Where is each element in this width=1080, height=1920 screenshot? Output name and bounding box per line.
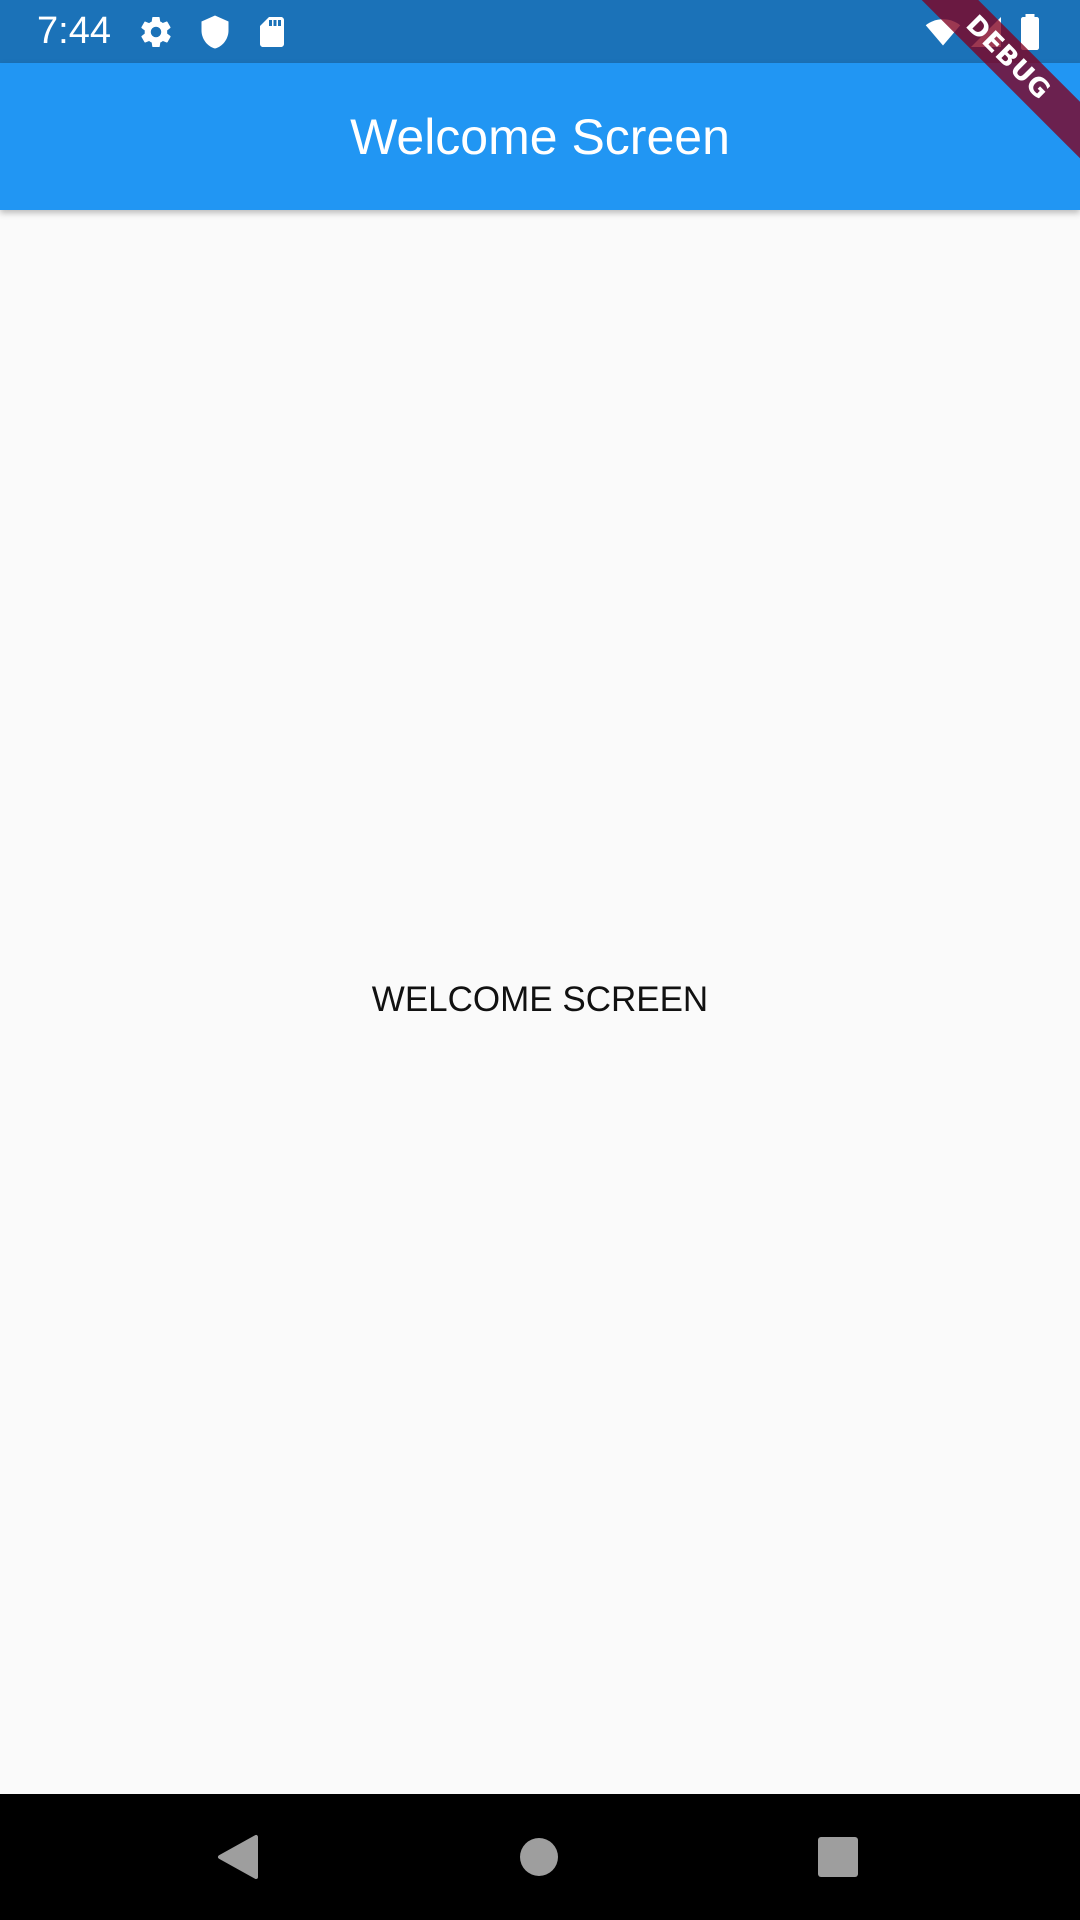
status-time: 7:44 [37, 10, 111, 52]
recents-icon[interactable] [808, 1827, 868, 1887]
settings-icon [138, 14, 174, 50]
home-icon[interactable] [509, 1827, 569, 1887]
shield-icon [197, 14, 233, 50]
app-bar: Welcome Screen [0, 63, 1080, 210]
back-icon[interactable] [208, 1827, 268, 1887]
sd-card-icon [254, 14, 290, 50]
app-screen: 7:44 Welcome Screen DEBUG WELCOME SCREEN [0, 0, 1080, 1920]
status-bar: 7:44 [0, 0, 1080, 63]
app-bar-title: Welcome Screen [350, 109, 730, 165]
welcome-text: WELCOME SCREEN [371, 980, 709, 1019]
navigation-bar [0, 1794, 1080, 1920]
battery-icon [1015, 14, 1045, 50]
signal-icon [968, 14, 1004, 50]
wifi-icon [922, 14, 964, 50]
main-content: WELCOME SCREEN [0, 210, 1080, 1794]
